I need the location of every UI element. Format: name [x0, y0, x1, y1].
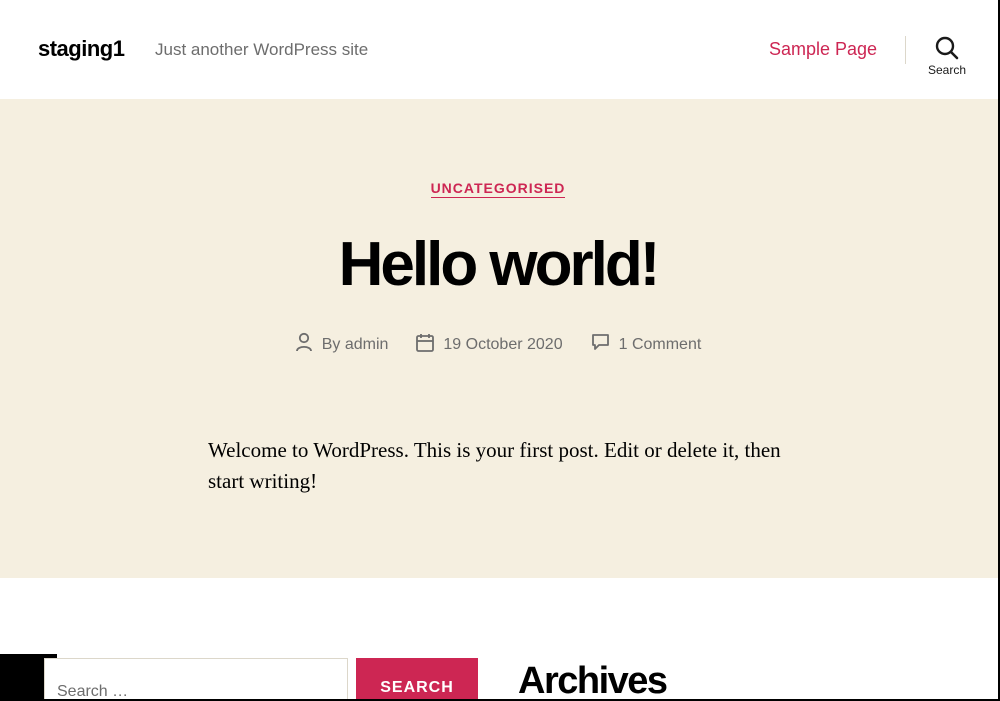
site-title[interactable]: staging1 — [38, 36, 125, 62]
author-link[interactable]: admin — [345, 336, 389, 354]
header-divider — [905, 36, 906, 64]
comment-icon — [591, 333, 619, 356]
search-toggle-label: Search — [927, 63, 967, 77]
nav-link-sample-page[interactable]: Sample Page — [769, 39, 877, 60]
site-header: staging1 Just another WordPress site Sam… — [0, 0, 998, 99]
author-prefix: By — [321, 335, 341, 353]
post-author: By admin — [295, 332, 389, 357]
post-comments: 1 Comment — [591, 333, 702, 356]
post-content: Welcome to WordPress. This is your first… — [208, 438, 781, 493]
search-input[interactable] — [44, 658, 348, 699]
post-date: 19 October 2020 — [416, 333, 563, 357]
date-link[interactable]: 19 October 2020 — [443, 336, 562, 354]
comments-link[interactable]: 1 Comment — [619, 336, 702, 354]
site-description: Just another WordPress site — [155, 40, 369, 59]
post-category: UNCATEGORISED — [0, 180, 996, 198]
search-toggle-button[interactable]: Search — [920, 36, 974, 88]
post-entry: UNCATEGORISED Hello world! By admin 19 O… — [0, 99, 998, 578]
archives-heading: Archives — [518, 660, 668, 701]
calendar-icon — [416, 333, 443, 357]
post-meta: By admin 19 October 2020 1 Comment — [0, 332, 996, 357]
post-title: Hello world! — [338, 230, 661, 299]
page: staging1 Just another WordPress site Sam… — [0, 0, 1000, 701]
user-icon — [295, 332, 322, 357]
search-submit-button[interactable]: SEARCH — [356, 658, 478, 699]
category-link[interactable]: UNCATEGORISED — [430, 180, 566, 198]
search-icon — [920, 36, 974, 60]
